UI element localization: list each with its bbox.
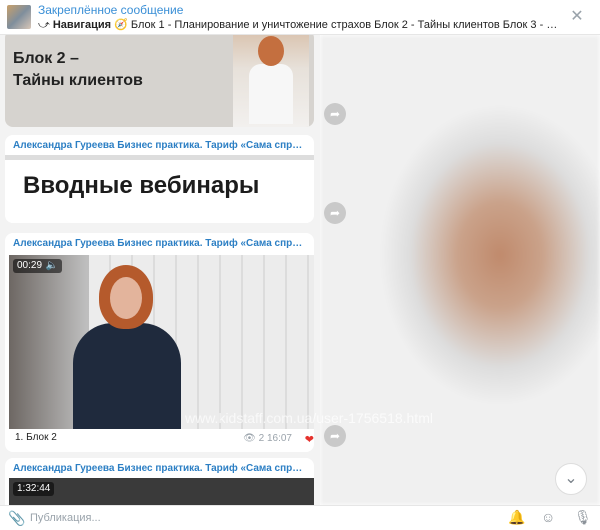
- message-block2-card[interactable]: Блок 2 – Тайны клиентов: [5, 35, 314, 127]
- chat-background: [320, 35, 600, 505]
- banner: Вводные вебинары: [5, 155, 314, 223]
- card-title-line1: Блок 2 –: [13, 50, 79, 67]
- share-icon[interactable]: ➦: [324, 202, 346, 224]
- heart-icon[interactable]: ❤: [305, 433, 314, 446]
- photo-person-body: [249, 64, 293, 124]
- message-intro-webinars[interactable]: Александра Гуреева Бизнес практика. Тари…: [5, 135, 314, 223]
- video-duration: 1:32:44: [13, 482, 55, 496]
- navigation-icon: ⤻: [38, 19, 50, 31]
- card-title: Блок 2 – Тайны клиентов: [13, 48, 143, 92]
- video-player[interactable]: 00:29 🔈: [9, 255, 314, 429]
- share-icon[interactable]: ➦: [324, 425, 346, 447]
- paperclip-icon[interactable]: 📎: [8, 510, 25, 527]
- message-author[interactable]: Александра Гуреева Бизнес практика. Тари…: [5, 233, 314, 252]
- card-title-line2: Тайны клиентов: [13, 72, 143, 89]
- photo-person-head: [258, 36, 284, 66]
- video-player[interactable]: 1:32:44: [9, 478, 314, 505]
- video-duration-badge: 00:29 🔈: [13, 259, 63, 273]
- video-person-body: [73, 323, 181, 429]
- message-author[interactable]: Александра Гуреева Бизнес практика. Тари…: [5, 458, 314, 477]
- chevron-down-icon[interactable]: ⌄: [555, 463, 587, 495]
- watermark: www.kidstaff.com.ua/user-1756518.html: [185, 410, 433, 426]
- pinned-title: Закреплённое сообщение: [38, 3, 184, 17]
- pinned-text: ⤻ Навигация 🧭 Блок 1 - Планирование и ун…: [38, 18, 558, 32]
- compass-icon: 🧭: [114, 19, 128, 31]
- composer: 📎 🔔 ☺ 🎙: [0, 505, 600, 530]
- message-meta: 👁 2 16:07: [243, 433, 292, 444]
- microphone-icon[interactable]: 🎙: [574, 509, 592, 526]
- pinned-message-bar[interactable]: Закреплённое сообщение ⤻ Навигация 🧭 Бло…: [0, 0, 600, 35]
- video-caption: 1. Блок 2: [15, 432, 57, 443]
- view-count: 2: [258, 433, 265, 444]
- eye-icon: 👁: [243, 433, 256, 444]
- bell-icon[interactable]: 🔔: [508, 509, 525, 526]
- pinned-nav-text: Блок 1 - Планирование и уничтожение стра…: [130, 19, 558, 31]
- emoji-icon[interactable]: ☺: [541, 509, 555, 525]
- speaker-icon[interactable]: 🔈: [46, 259, 58, 273]
- share-icon[interactable]: ➦: [324, 103, 346, 125]
- video-person-face: [110, 277, 142, 319]
- pinned-nav-label: Навигация: [52, 19, 112, 31]
- message-input[interactable]: [30, 510, 330, 526]
- message-time: 16:07: [266, 433, 292, 444]
- video-duration: 00:29: [17, 260, 43, 271]
- message-author[interactable]: Александра Гуреева Бизнес практика. Тари…: [5, 135, 314, 154]
- banner-text: Вводные вебинары: [23, 172, 260, 199]
- pinned-thumbnail: [7, 5, 31, 29]
- close-icon[interactable]: ✕: [568, 8, 586, 26]
- message-video-partial[interactable]: Александра Гуреева Бизнес практика. Тари…: [5, 458, 314, 505]
- message-list[interactable]: Блок 2 – Тайны клиентов Александра Гурее…: [0, 35, 320, 505]
